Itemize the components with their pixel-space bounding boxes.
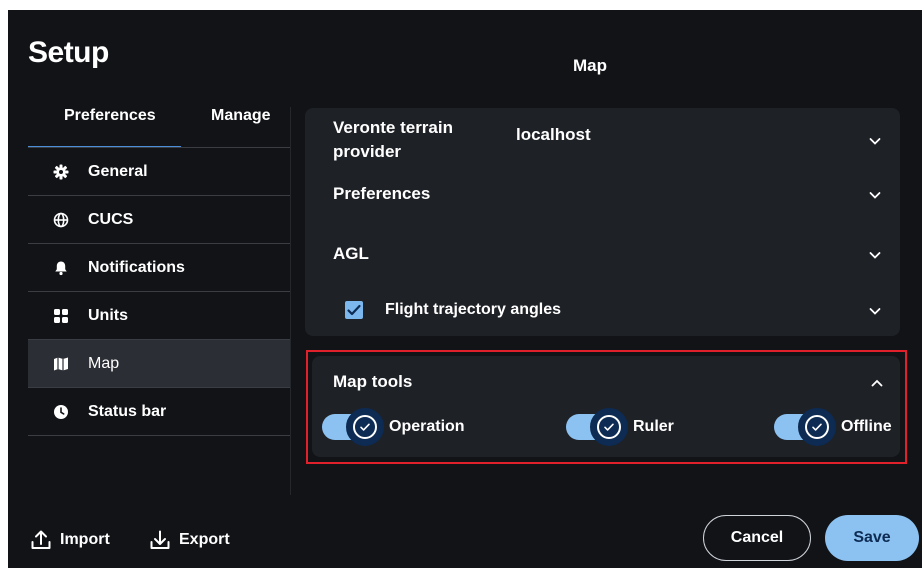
sidebar-item-notifications[interactable]: Notifications <box>28 244 290 292</box>
flight-trajectory-row[interactable]: Flight trajectory angles <box>305 296 900 326</box>
sidebar-item-label: Status bar <box>88 402 167 420</box>
sidebar-tabs: Preferences Manage <box>28 107 292 148</box>
setup-dialog: Setup Map Preferences Manage General CUC… <box>8 10 922 568</box>
grid-icon <box>53 308 69 324</box>
check-icon <box>347 304 361 316</box>
import-label: Import <box>60 531 110 548</box>
download-icon <box>150 530 170 549</box>
sidebar-item-label: General <box>88 162 148 180</box>
cancel-button[interactable]: Cancel <box>703 515 811 561</box>
agl-label: AGL <box>333 244 369 263</box>
tab-manage[interactable]: Manage <box>211 107 271 125</box>
chevron-down-icon[interactable] <box>868 248 882 262</box>
flight-trajectory-checkbox[interactable] <box>345 301 363 319</box>
section-title: Map <box>573 56 607 75</box>
chevron-down-icon[interactable] <box>868 134 882 148</box>
sidebar-item-cucs[interactable]: CUCS <box>28 196 290 244</box>
flight-trajectory-label: Flight trajectory angles <box>385 301 562 318</box>
sidebar-divider <box>290 107 291 495</box>
terrain-provider-row[interactable]: Veronte terrain provider localhost <box>305 116 900 168</box>
agl-row[interactable]: AGL <box>305 240 900 270</box>
sidebar-item-label: Map <box>88 354 120 372</box>
sidebar-item-label: Units <box>88 306 128 324</box>
export-label: Export <box>179 531 230 548</box>
upload-icon <box>31 530 51 549</box>
map-icon <box>53 356 69 372</box>
import-button[interactable]: Import <box>30 529 110 551</box>
sidebar-item-units[interactable]: Units <box>28 292 290 340</box>
sidebar-item-label: CUCS <box>88 210 134 228</box>
sidebar-item-map[interactable]: Map <box>28 340 290 388</box>
save-button[interactable]: Save <box>825 515 919 561</box>
highlight-box <box>306 350 907 464</box>
dialog-title: Setup <box>28 36 109 69</box>
terrain-provider-value: localhost <box>516 125 591 144</box>
preferences-row[interactable]: Preferences <box>305 180 900 210</box>
globe-icon <box>53 212 69 228</box>
export-button[interactable]: Export <box>149 529 230 551</box>
bell-icon <box>53 260 69 276</box>
sidebar-item-status-bar[interactable]: Status bar <box>28 388 290 436</box>
gear-icon <box>53 164 69 180</box>
terrain-provider-label: Veronte terrain provider <box>333 118 453 161</box>
chevron-down-icon[interactable] <box>868 188 882 202</box>
preferences-label: Preferences <box>333 184 431 203</box>
sidebar-item-general[interactable]: General <box>28 148 290 196</box>
map-settings-panel: Veronte terrain provider localhost Prefe… <box>305 108 900 336</box>
tab-preferences[interactable]: Preferences <box>64 107 156 125</box>
sidebar-menu: General CUCS Notifications Units Map Sta… <box>28 148 290 436</box>
chevron-down-icon[interactable] <box>868 304 882 318</box>
sidebar-item-label: Notifications <box>88 258 185 276</box>
clock-icon <box>53 404 69 420</box>
